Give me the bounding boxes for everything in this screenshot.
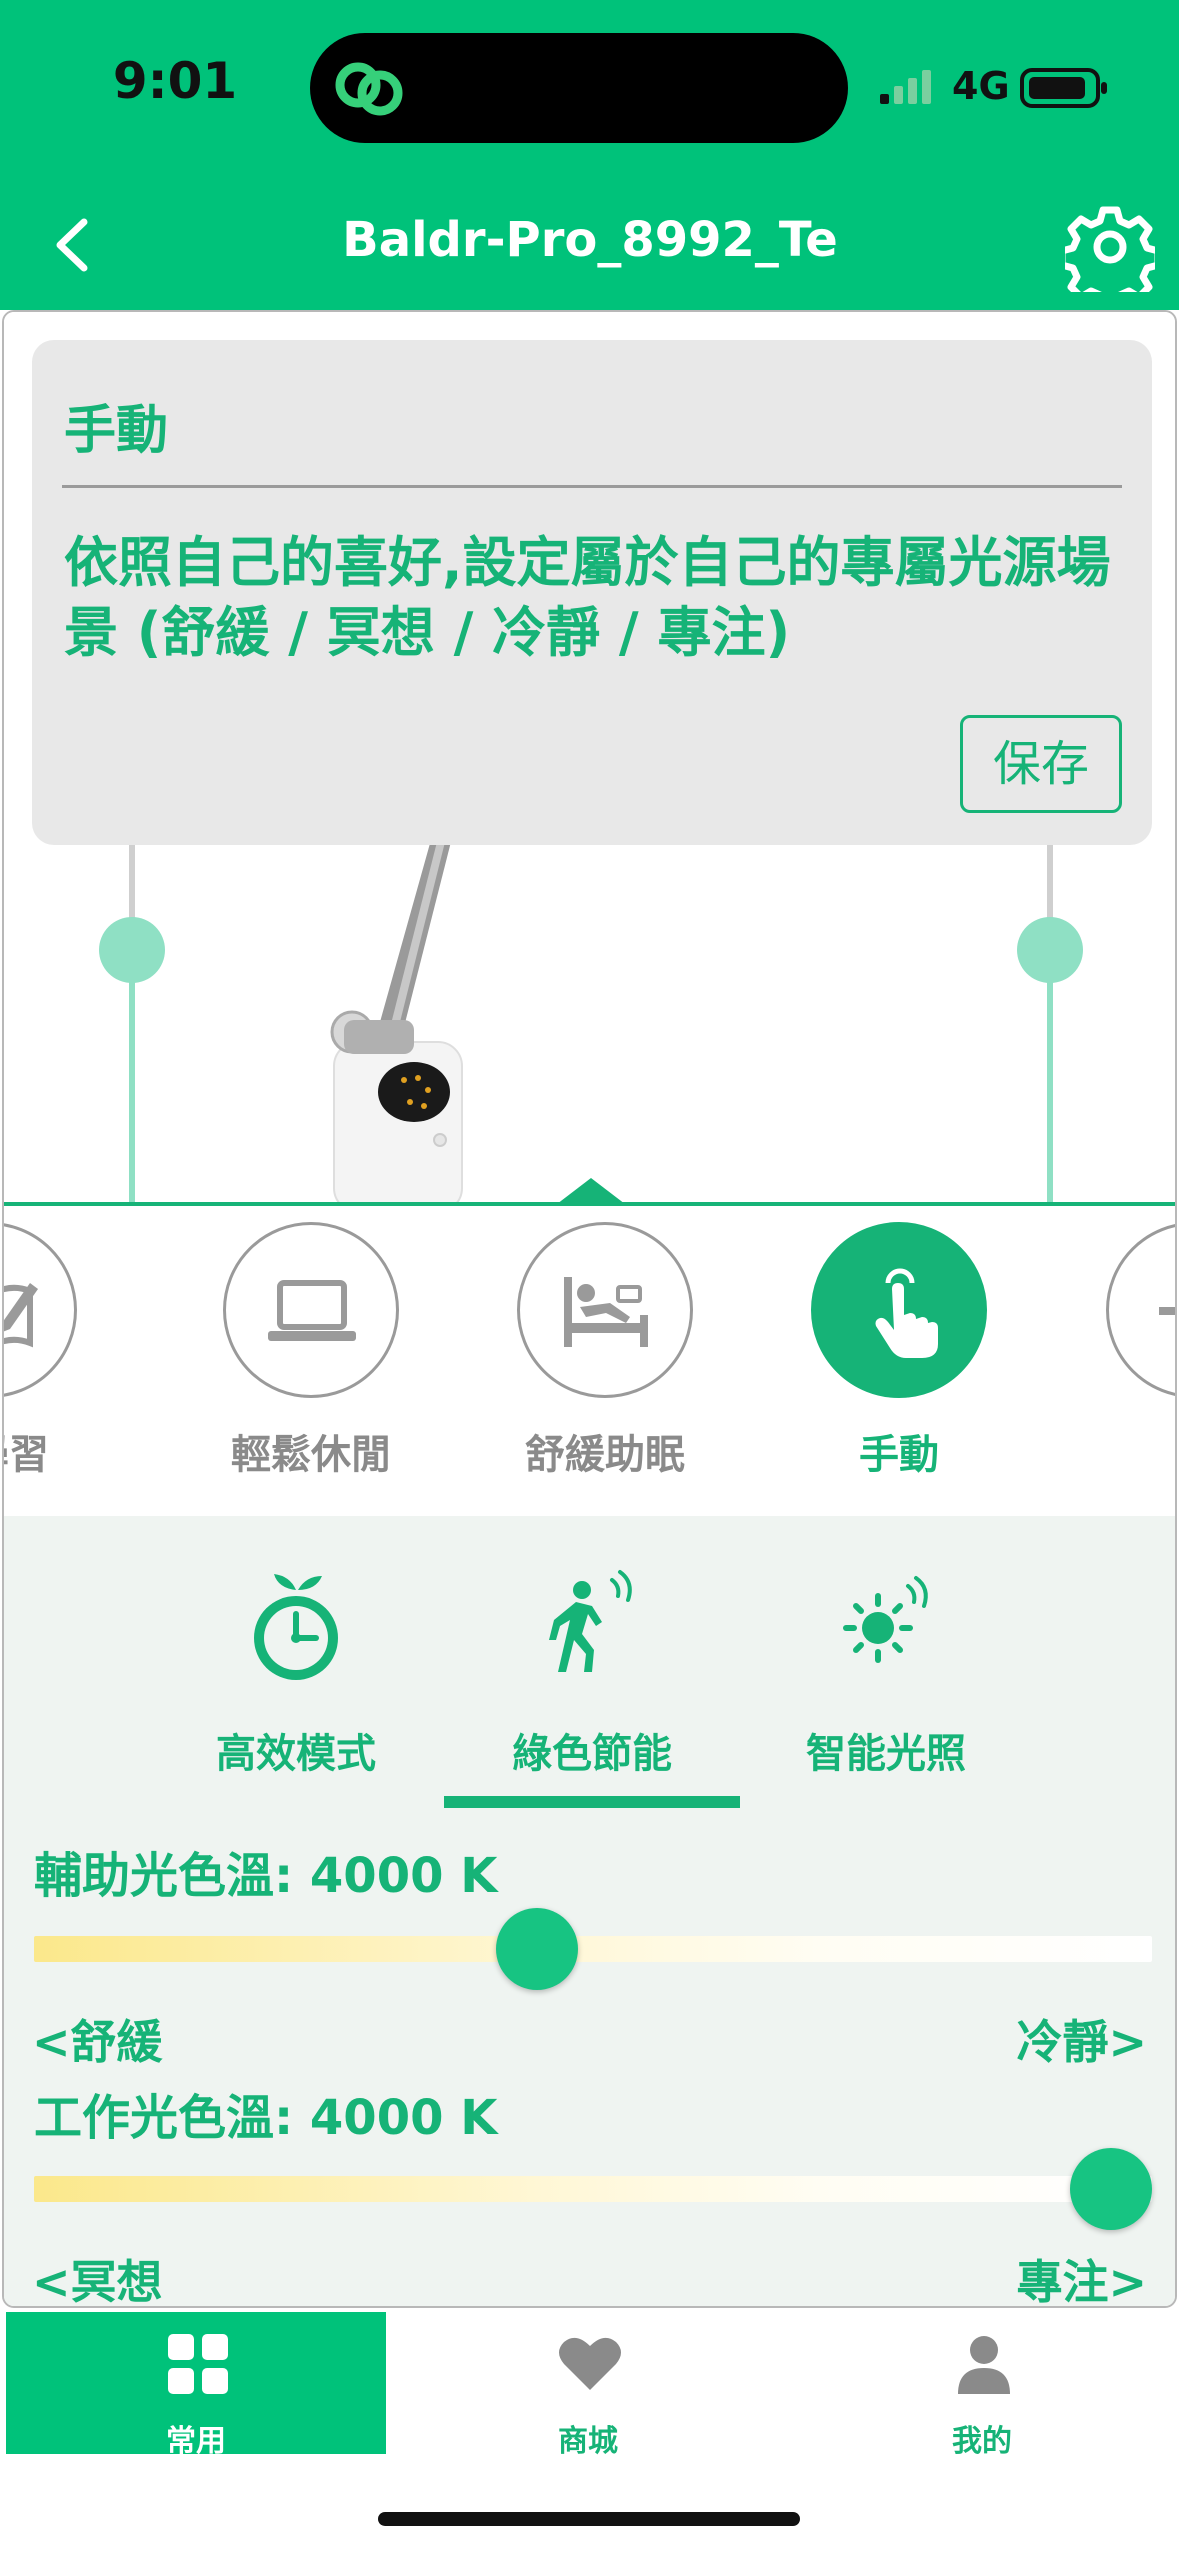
work-range-right-label: 專注> [1016,2255,1147,2308]
aux-range-left-label: <舒緩 [32,2015,163,2069]
card-title: 手動 [64,401,169,461]
gear-icon[interactable] [1065,202,1155,292]
scene-label: 輕鬆休閒 [231,1432,391,1478]
scene-study-circle [4,1222,77,1398]
scene-manual[interactable]: 手動 [779,1222,1019,1492]
tab-common[interactable]: 常用 [6,2312,386,2459]
right-light-knob[interactable] [1017,917,1083,983]
scene-label: 手動 [859,1432,939,1478]
scene-label: 舒緩助眠 [525,1432,685,1478]
work-color-temp-track[interactable] [34,2176,1152,2202]
scene-sleep-circle [517,1222,693,1398]
left-track [129,950,135,1204]
back-icon[interactable] [40,210,110,280]
timer-icon [254,1574,338,1680]
left-light-knob[interactable] [99,917,165,983]
work-color-temp-label: 工作光色溫: 4000 K [34,2090,498,2146]
tab-label: 商城 [558,2424,618,2459]
motion-sensor-icon [549,1570,632,1672]
status-indicators: 4G [880,60,1140,110]
mode-info-card: 手動 依照自己的喜好,設定屬於自己的專屬光源場景 (舒緩 / 冥想 / 冷靜 /… [32,340,1152,845]
tab-shop[interactable]: 商城 [398,2312,778,2459]
aux-color-temp-thumb[interactable] [496,1908,579,1990]
signal-icon [880,70,931,104]
mode-label: 綠色節能 [512,1731,672,1777]
scene-add-circle [1106,1222,1175,1398]
book-pen-icon [4,1283,38,1348]
add-icon [1159,1307,1175,1315]
page-title: Baldr-Pro_8992_Te [342,212,838,268]
home-indicator [378,2512,800,2526]
aux-color-temp-label: 輔助光色溫: 4000 K [34,1848,498,1904]
scene-leisure-circle [223,1222,399,1398]
card-description: 依照自己的喜好,設定屬於自己的專屬光源場景 (舒緩 / 冥想 / 冷靜 / 專注… [64,531,1111,664]
heart-icon [559,2337,621,2390]
dynamic-island [310,33,848,143]
mode-eco[interactable]: 綠色節能 [462,1546,722,1806]
work-color-temp-thumb[interactable] [1070,2148,1152,2230]
battery-icon [1020,68,1107,108]
nav-bar: Baldr-Pro_8992_Te [0,190,1179,300]
scene-carousel[interactable]: 讀學習 輕鬆休閒 舒緩助眠 [4,1206,1175,1478]
aux-range-right-label: 冷靜> [1016,2015,1147,2069]
mode-label: 高效模式 [216,1731,376,1777]
scene-sleep[interactable]: 舒緩助眠 [485,1222,725,1492]
tab-label: 我的 [952,2424,1012,2459]
scene-add[interactable] [1074,1222,1175,1492]
scene-leisure[interactable]: 輕鬆休閒 [191,1222,431,1492]
network-type: 4G [952,64,1010,108]
tab-label: 常用 [166,2424,226,2459]
light-sensor-icon [843,1576,928,1663]
scene-study[interactable]: 讀學習 [4,1222,109,1492]
mode-label: 智能光照 [806,1731,966,1777]
mode-efficient[interactable]: 高效模式 [166,1546,426,1806]
lamp-image [330,822,463,1207]
tab-profile[interactable]: 我的 [792,2312,1172,2459]
link-app-icon [335,62,403,116]
status-time: 9:01 [112,52,238,110]
aux-color-temp-track[interactable] [34,1936,1152,1962]
grid-icon [168,2334,228,2394]
user-icon [958,2336,1010,2394]
selection-pointer [557,1178,625,1204]
bed-icon [564,1277,648,1347]
save-button[interactable]: 保存 [960,715,1122,813]
mode-selected-underline [444,1796,740,1808]
mode-smart-light[interactable]: 智能光照 [756,1546,1016,1806]
right-track [1047,950,1053,1204]
settings-panel: 高效模式 綠色節能 智能光照 輔助光色溫: 4000 K <舒緩 冷靜> 工作光… [4,1516,1175,2308]
content-frame: 手動 依照自己的喜好,設定屬於自己的專屬光源場景 (舒緩 / 冥想 / 冷靜 /… [2,310,1177,2308]
hand-pointer-icon [875,1268,938,1358]
laptop-icon [268,1280,356,1341]
card-divider [62,485,1122,488]
scene-label: 讀學習 [4,1432,49,1478]
scene-manual-circle [811,1222,987,1398]
work-range-left-label: <冥想 [32,2255,163,2308]
app-header: 9:01 4G Baldr-Pro_8992_Te [0,0,1179,310]
